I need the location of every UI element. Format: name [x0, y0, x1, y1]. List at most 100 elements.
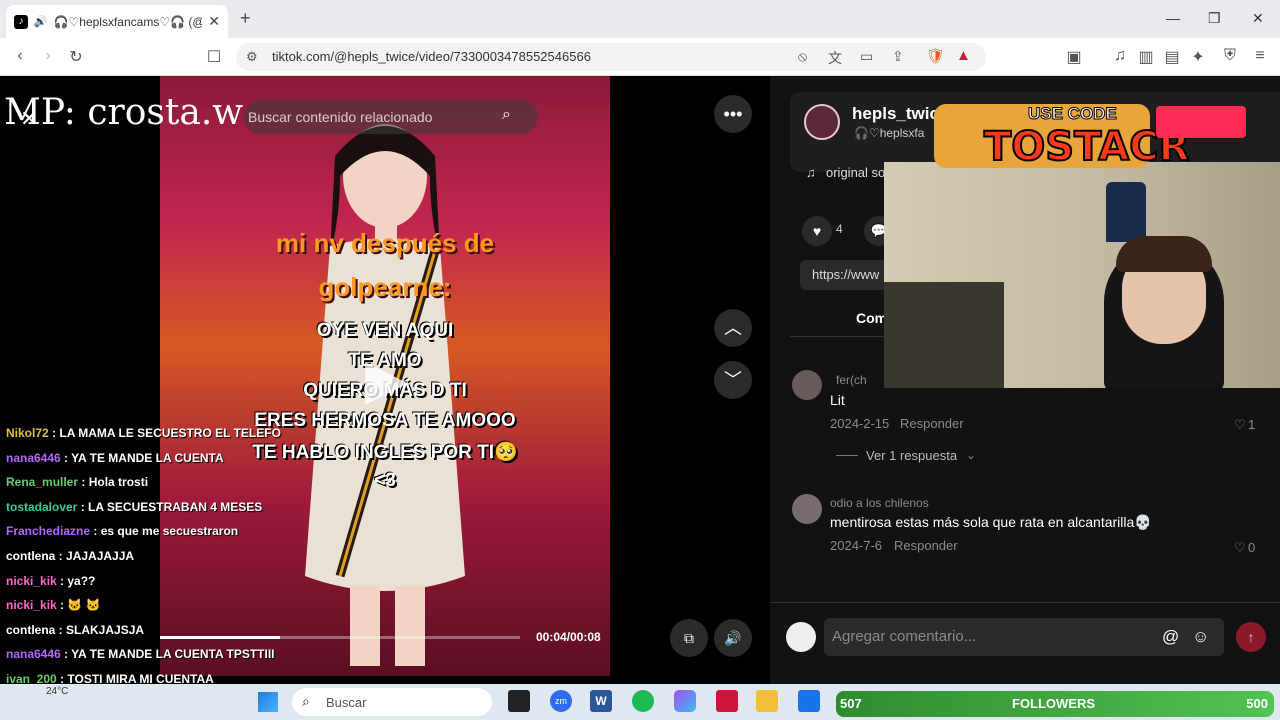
more-options-icon[interactable]: ••• [714, 95, 752, 133]
sound-name[interactable]: original so [826, 165, 885, 180]
chat-username: Rena_muller [6, 475, 79, 490]
video-line-5: TE HABLO INGLES POR TI🥺 [252, 442, 518, 463]
vpn-icon[interactable]: ⛨ [1220, 47, 1240, 65]
zoom-icon[interactable]: zm [550, 690, 572, 712]
tiktok-icon: ♪ [14, 14, 28, 29]
chat-text: LA MAMA LE SECUESTRO EL TELEFO [59, 426, 281, 440]
comment-user-1[interactable]: fer(ch [836, 373, 867, 387]
back-icon[interactable]: ‹ [10, 47, 30, 65]
file-explorer-icon[interactable] [756, 690, 778, 712]
maximize-icon[interactable]: ❐ [1208, 10, 1221, 27]
reply-button-1[interactable]: Responder [900, 416, 964, 431]
site-info-icon[interactable]: ⚙ [246, 49, 258, 65]
send-icon[interactable]: ↑ [1236, 622, 1266, 652]
windows-start-icon[interactable] [258, 692, 278, 712]
previous-video-icon[interactable]: ︿ [714, 309, 752, 347]
comment-user-2[interactable]: odio a los chilenos [830, 496, 929, 510]
taskbar-search[interactable]: ⌕ Buscar [292, 688, 492, 716]
comment-input[interactable]: Agregar comentario... @ ☺ [824, 618, 1224, 656]
miniplayer-icon[interactable]: ⧉ [670, 619, 708, 657]
play-icon[interactable]: ▶ [365, 346, 408, 412]
chat-text: 🐱 🐱 [67, 598, 101, 613]
chevron-down-icon[interactable]: ⌄ [966, 448, 976, 462]
minimize-icon[interactable]: — [1166, 10, 1180, 26]
speaker-icon: 🔊 [33, 16, 48, 28]
leo-ai-icon[interactable]: ✦ [1188, 47, 1208, 67]
next-video-icon[interactable]: ﹀ [714, 361, 752, 399]
comment-like-icon-1[interactable]: ♡ [1234, 417, 1246, 433]
reply-button-2[interactable]: Responder [894, 538, 958, 553]
like-icon[interactable]: ♥ [802, 216, 832, 246]
author-avatar[interactable] [804, 104, 840, 140]
chat-message: Franchediazne : es que me secuestraron [6, 524, 238, 538]
promo-use-code: USE CODE [1028, 104, 1118, 124]
chat-username: nana6446 [6, 450, 61, 465]
streamer-webcam [884, 162, 1280, 388]
close-video-icon[interactable]: ✕ [20, 106, 38, 132]
tab-comments[interactable]: Com [856, 310, 887, 326]
forward-icon[interactable]: › [38, 47, 58, 65]
reading-view-icon[interactable]: ▥ [1136, 47, 1156, 67]
progress-fill [160, 636, 280, 639]
mp-overlay-text: MP: crosta.w [4, 92, 244, 133]
mention-icon[interactable]: @ [1162, 627, 1179, 647]
weather-temp[interactable]: 24°C [46, 686, 68, 697]
spotify-icon[interactable] [632, 690, 654, 712]
video-player[interactable]: mi nv después de golpearne: OYE VEN AQUI… [160, 76, 610, 676]
comment-like-icon-2[interactable]: ♡ [1234, 540, 1246, 556]
follow-button[interactable] [1156, 106, 1246, 138]
progress-track[interactable] [160, 636, 520, 639]
word-icon[interactable]: W [590, 690, 612, 712]
followers-label: FOLLOWERS [1012, 696, 1096, 711]
comment-avatar-1[interactable] [792, 370, 822, 400]
chat-text: YA TE MANDE LA CUENTA [71, 450, 224, 465]
chat-separator: : [77, 499, 89, 514]
view-replies-button[interactable]: Ver 1 respuesta [866, 448, 957, 463]
menu-icon[interactable]: ≡ [1250, 47, 1270, 65]
input-divider [770, 602, 1280, 603]
music-icon[interactable]: ♫ [1110, 47, 1130, 65]
share-icon[interactable]: ⇪ [892, 48, 904, 65]
taskbar-search-label: Buscar [326, 695, 367, 710]
chat-text: Hola trosti [88, 475, 149, 490]
chat-username: contlena [6, 549, 56, 563]
chat-message: contlena : JAJAJAJJA [6, 549, 134, 563]
brave-shield-icon[interactable]: 🛡 [926, 47, 945, 65]
wallet-icon[interactable]: ▤ [1162, 47, 1182, 67]
bookmark-icon[interactable]: ☐ [204, 47, 224, 67]
cast-icon[interactable]: ▭ [860, 48, 873, 65]
comment-input-placeholder: Agregar comentario... [832, 628, 977, 645]
chat-separator: : [56, 573, 68, 588]
new-tab-icon[interactable]: + [240, 8, 251, 29]
jersey [1106, 182, 1146, 242]
comment-avatar-2[interactable] [792, 494, 822, 524]
emoji-icon[interactable]: ☺ [1192, 627, 1209, 647]
search-icon[interactable]: ⌕ [502, 106, 511, 124]
rewards-icon[interactable]: ▲ [956, 47, 971, 64]
chat-message: Nikol72 : LA MAMA LE SECUESTRO EL TELEFO [6, 426, 281, 440]
task-view-icon[interactable] [508, 690, 530, 712]
chat-text: SLAKJAJSJA [66, 622, 145, 637]
no-tracking-icon[interactable]: ⦸ [798, 48, 807, 65]
address-bar[interactable]: ⚙ tiktok.com/@hepls_twice/video/73300034… [236, 43, 986, 71]
chat-separator: : [78, 475, 89, 490]
close-window-icon[interactable]: ✕ [1252, 10, 1264, 27]
chat-text: es que me secuestraron [100, 524, 239, 539]
store-icon[interactable] [798, 690, 820, 712]
close-tab-icon[interactable]: ✕ [208, 13, 220, 30]
user-avatar[interactable] [786, 622, 816, 652]
sidebar-icon[interactable]: ▣ [1064, 47, 1084, 67]
volume-icon[interactable]: 🔊 [714, 619, 752, 657]
reload-icon[interactable]: ↻ [66, 47, 86, 67]
amd-icon[interactable] [716, 690, 738, 712]
chat-text: LA SECUESTRABAN 4 MESES [88, 499, 263, 514]
translate-icon[interactable]: 文 [828, 48, 842, 68]
video-title-line2: golpearne: [318, 272, 452, 302]
followers-current: 507 [840, 696, 862, 711]
office-icon[interactable] [674, 690, 696, 712]
comment-text-1: Lit [830, 392, 845, 408]
chat-message: tostadalover : LA SECUESTRABAN 4 MESES [6, 500, 262, 514]
browser-tab[interactable]: ♪ 🔊 🎧♡heplsxfancams♡🎧 (@he ✕ [6, 5, 228, 38]
related-search-placeholder: Buscar contenido relacionado [248, 109, 433, 125]
related-search-bar[interactable]: Buscar contenido relacionado ⌕ [244, 100, 538, 134]
